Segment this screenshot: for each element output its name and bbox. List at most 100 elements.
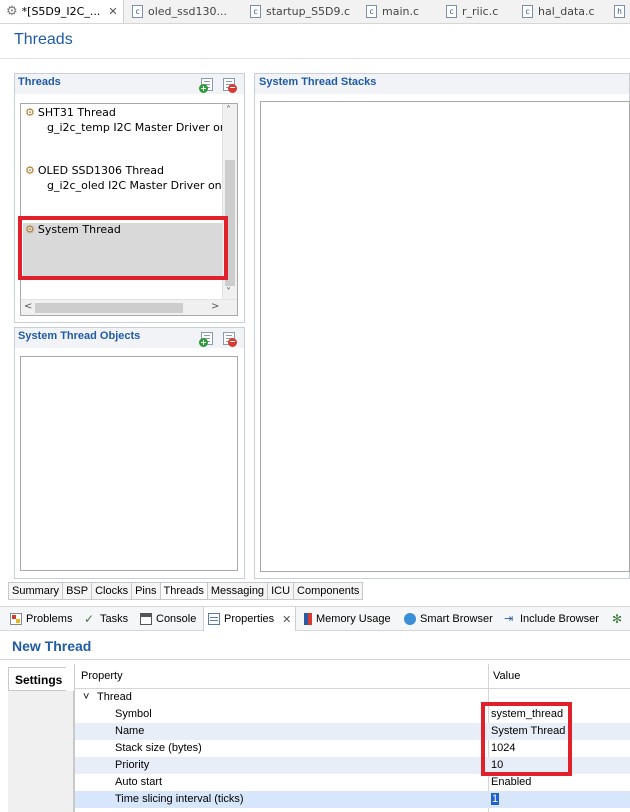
tab-pins[interactable]: Pins — [131, 583, 160, 600]
remove-object-icon[interactable]: − — [223, 332, 237, 347]
column-header-value[interactable]: Value — [493, 670, 520, 682]
property-key: Name — [115, 725, 145, 737]
stacks-list[interactable] — [260, 101, 630, 572]
tab-threads[interactable]: Threads — [159, 583, 207, 600]
property-key: Priority — [115, 759, 150, 771]
view-tab-label: Include Browser — [520, 613, 599, 625]
editor-tab-startup[interactable]: c startup_S5D9.c — [244, 0, 356, 23]
editor-tab-header[interactable]: h — [612, 0, 630, 23]
threads-list[interactable]: ⚙ SHT31 Thread g_i2c_temp I2C Master Driv… — [20, 103, 238, 316]
property-value[interactable]: Enabled — [491, 776, 531, 788]
editor-tab-main[interactable]: c main.c — [360, 0, 440, 23]
thread-gear-icon: ⚙ — [25, 164, 35, 177]
plugin-icon: ✻ — [612, 612, 623, 626]
value-edit-field[interactable]: 1 — [491, 793, 500, 805]
c-file-icon: c — [446, 5, 457, 18]
highlight-box-system-thread — [18, 216, 228, 280]
view-tab-label: Memory Usage — [316, 613, 391, 625]
close-icon[interactable]: ✕ — [108, 5, 117, 18]
gear-icon: ⚙ — [6, 4, 18, 19]
view-tab-label: Smart Browser — [420, 613, 493, 625]
properties-icon — [208, 613, 220, 625]
stacks-panel-title: System Thread Stacks — [259, 76, 377, 88]
editor-tab-label: oled_ssd130... — [148, 5, 227, 18]
thread-gear-icon: ⚙ — [25, 106, 35, 119]
thread-item-sht31[interactable]: ⚙ SHT31 Thread — [25, 106, 116, 119]
editor-tab-configuration[interactable]: ⚙ *[S5D9_I2C_... ✕ — [0, 0, 124, 23]
page-title: Threads — [14, 31, 73, 48]
thread-item-oled[interactable]: ⚙ OLED SSD1306 Thread — [25, 164, 164, 177]
c-file-icon: c — [366, 5, 377, 18]
close-icon[interactable]: ✕ — [282, 613, 291, 626]
property-key: Symbol — [115, 708, 152, 720]
chevron-up-icon[interactable]: ˄ — [226, 105, 231, 116]
properties-title: New Thread — [12, 638, 92, 654]
settings-sidebar — [8, 691, 74, 812]
divider — [0, 58, 630, 59]
objects-panel-title: System Thread Objects — [18, 330, 141, 342]
editor-tab-riic[interactable]: c r_riic.c — [440, 0, 516, 23]
chevron-down-icon[interactable]: ˅ — [83, 691, 89, 703]
view-tab-memory-usage[interactable]: Memory Usage — [300, 607, 391, 631]
tab-clocks[interactable]: Clocks — [91, 583, 132, 600]
view-tab-console[interactable]: Console — [136, 607, 196, 631]
view-tab-smart-browser[interactable]: Smart Browser — [400, 607, 493, 631]
group-label: Thread — [97, 691, 132, 703]
thread-desc: g_i2c_temp I2C Master Driver on r_ri — [47, 121, 238, 134]
view-tab-overflow[interactable]: ✻ — [608, 607, 628, 631]
h-file-icon: h — [614, 5, 625, 18]
view-tab-label: Tasks — [100, 613, 129, 625]
settings-tab[interactable]: Settings — [8, 667, 66, 691]
view-tab-label: Problems — [26, 613, 73, 625]
thread-name: SHT31 Thread — [37, 106, 116, 119]
editor-tab-oled[interactable]: c oled_ssd130... — [126, 0, 244, 23]
divider — [0, 659, 630, 660]
editor-tab-label: main.c — [382, 5, 420, 18]
c-file-icon: c — [522, 5, 533, 18]
scroll-thumb[interactable] — [35, 303, 183, 313]
tab-summary[interactable]: Summary — [8, 583, 63, 600]
smart-browser-icon — [404, 613, 416, 625]
view-tab-problems[interactable]: Problems — [6, 607, 72, 631]
thread-name: OLED SSD1306 Thread — [37, 164, 164, 177]
table-row[interactable]: Time slicing interval (ticks) 1 — [75, 791, 630, 808]
threads-panel-title: Threads — [18, 76, 61, 88]
problems-icon — [10, 613, 22, 625]
tab-messaging[interactable]: Messaging — [206, 583, 268, 600]
c-file-icon: c — [250, 5, 261, 18]
add-object-icon[interactable]: + — [199, 332, 213, 347]
chevron-down-icon[interactable]: ˅ — [226, 287, 231, 298]
thread-desc: g_i2c_oled I2C Master Driver on r_riic — [47, 179, 238, 192]
chevron-right-icon[interactable]: > — [211, 301, 219, 312]
stacks-panel-header: System Thread Stacks — [255, 74, 629, 94]
column-header-property[interactable]: Property — [81, 670, 123, 682]
editor-tab-label: *[S5D9_I2C_... — [21, 5, 101, 18]
editor-tab-label: startup_S5D9.c — [266, 5, 351, 18]
editor-tab-hal-data[interactable]: c hal_data.c — [516, 0, 612, 23]
view-tab-tasks[interactable]: ✓ Tasks — [80, 607, 128, 631]
c-file-icon: c — [132, 5, 143, 18]
objects-list[interactable] — [20, 356, 238, 571]
tab-bsp[interactable]: BSP — [62, 583, 92, 600]
remove-thread-icon[interactable]: − — [223, 78, 237, 93]
editor-tab-label: r_riic.c — [462, 5, 499, 18]
table-row[interactable]: Auto start Enabled — [75, 774, 630, 791]
view-tab-include-browser[interactable]: ⇥ Include Browser — [500, 607, 599, 631]
property-key: Time slicing interval (ticks) — [115, 793, 244, 805]
property-value-editor[interactable]: 1 — [491, 793, 500, 805]
editor-tab-label: hal_data.c — [538, 5, 595, 18]
property-key: Stack size (bytes) — [115, 742, 202, 754]
view-tab-bar: Problems ✓ Tasks Console Properties ✕ Me… — [0, 606, 630, 631]
console-icon — [140, 613, 152, 625]
memory-usage-icon — [304, 613, 312, 625]
tasks-icon: ✓ — [84, 612, 95, 626]
horizontal-scrollbar[interactable]: < > — [21, 299, 237, 315]
objects-panel-header: System Thread Objects + − — [15, 328, 244, 348]
add-thread-icon[interactable]: + — [199, 78, 213, 93]
tab-icu[interactable]: ICU — [267, 583, 294, 600]
view-tab-label: Properties — [224, 613, 275, 625]
tab-components[interactable]: Components — [293, 583, 364, 600]
view-tab-properties[interactable]: Properties ✕ — [203, 607, 297, 631]
chevron-left-icon[interactable]: < — [24, 301, 32, 312]
include-browser-icon: ⇥ — [504, 613, 514, 625]
